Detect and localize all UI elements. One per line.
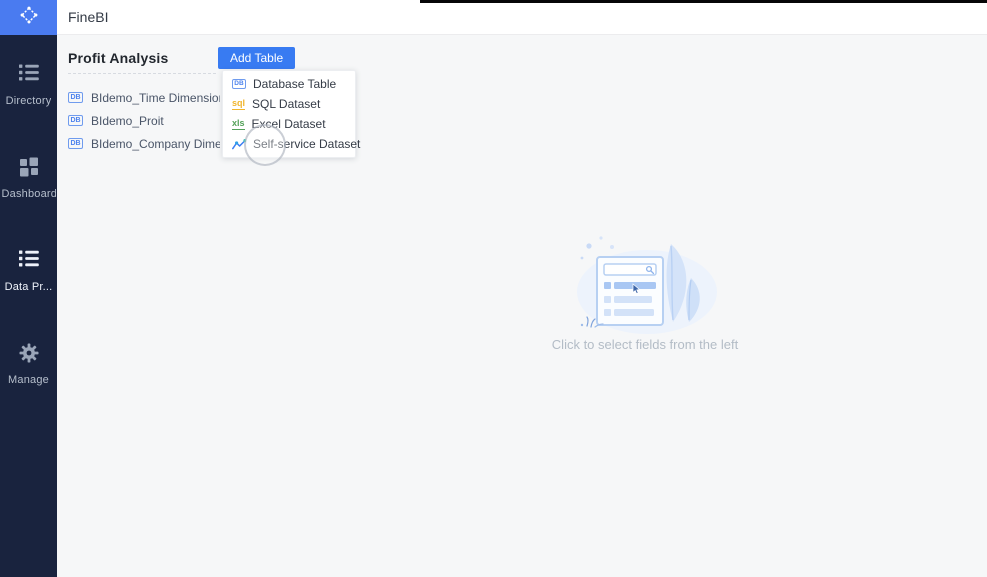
sidebar-item-label: Data Pr...: [5, 281, 53, 293]
menu-item-label: Database Table: [253, 77, 336, 91]
list-icon: [19, 64, 39, 84]
gear-icon: [19, 343, 39, 363]
empty-state-hint: Click to select fields from the left: [495, 337, 795, 352]
add-table-button[interactable]: Add Table: [218, 47, 295, 69]
page-title: Profit Analysis: [68, 50, 169, 66]
app-header: FineBI: [57, 0, 987, 35]
menu-item-label: SQL Dataset: [252, 97, 320, 111]
menu-item-database-table[interactable]: DB Database Table: [223, 74, 355, 94]
dataset-name: BIdemo_Company Dimensi: [91, 137, 220, 151]
app-title: FineBI: [68, 9, 108, 25]
dataset-name: BIdemo_Time Dimension: [91, 91, 220, 105]
menu-item-self-service-dataset[interactable]: Self-service Dataset: [223, 134, 355, 154]
sql-icon: sql: [232, 99, 245, 110]
sidebar-item-manage[interactable]: Manage: [0, 334, 57, 427]
xls-icon: xls: [232, 119, 245, 130]
sidebar-nav: Directory Dashboard: [0, 55, 57, 427]
finebi-logo[interactable]: [0, 0, 57, 35]
db-table-icon: DB: [68, 138, 83, 149]
finebi-diamond-icon: [18, 4, 40, 31]
dashboard-icon: [19, 157, 39, 177]
db-table-icon: DB: [68, 92, 83, 103]
sidebar: Directory Dashboard: [0, 0, 57, 577]
add-table-menu: DB Database Table sql SQL Dataset xls Ex…: [222, 70, 356, 158]
empty-state: Click to select fields from the left: [495, 230, 795, 352]
sidebar-item-directory[interactable]: Directory: [0, 55, 57, 148]
menu-item-label: Self-service Dataset: [253, 137, 360, 151]
dataset-item[interactable]: DB BIdemo_Time Dimension: [68, 86, 220, 109]
line-chart-icon: [232, 139, 246, 150]
menu-item-excel-dataset[interactable]: xls Excel Dataset: [223, 114, 355, 134]
menu-item-label: Excel Dataset: [252, 117, 326, 131]
dataset-name: BIdemo_Proit: [91, 114, 164, 128]
sidebar-item-label: Manage: [8, 374, 49, 386]
dataset-item[interactable]: DB BIdemo_Company Dimensi: [68, 132, 220, 155]
dataset-item[interactable]: DB BIdemo_Proit: [68, 109, 220, 132]
menu-item-sql-dataset[interactable]: sql SQL Dataset: [223, 94, 355, 114]
list-icon: [19, 250, 39, 270]
sidebar-item-label: Dashboard: [2, 188, 56, 200]
empty-state-illustration: [567, 230, 723, 334]
panel-divider: [68, 73, 216, 74]
db-table-icon: DB: [232, 79, 246, 89]
db-table-icon: DB: [68, 115, 83, 126]
sidebar-item-label: Directory: [6, 95, 52, 107]
top-edge-strip: [420, 0, 987, 3]
app-window: Directory Dashboard: [0, 0, 987, 577]
sidebar-item-dashboard[interactable]: Dashboard: [0, 148, 57, 241]
sidebar-item-data-preparation[interactable]: Data Pr...: [0, 241, 57, 334]
dataset-list: DB BIdemo_Time Dimension DB BIdemo_Proit…: [68, 86, 220, 155]
